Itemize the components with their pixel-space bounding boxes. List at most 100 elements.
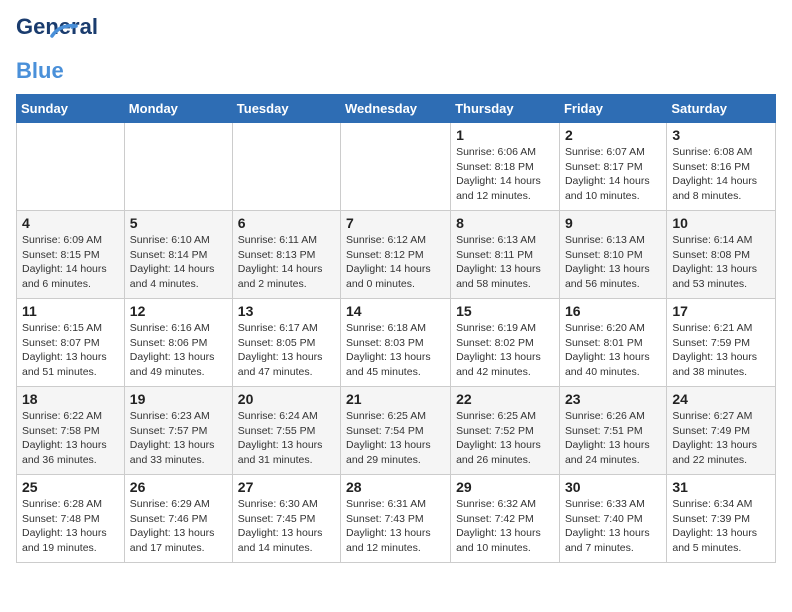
- day-info: Sunrise: 6:24 AM Sunset: 7:55 PM Dayligh…: [238, 409, 335, 468]
- day-info: Sunrise: 6:16 AM Sunset: 8:06 PM Dayligh…: [130, 321, 227, 380]
- calendar-table: SundayMondayTuesdayWednesdayThursdayFrid…: [16, 94, 776, 563]
- day-cell-8: 8 Sunrise: 6:13 AM Sunset: 8:11 PM Daylig…: [451, 211, 560, 299]
- day-number: 9: [565, 215, 661, 231]
- day-number: 18: [22, 391, 119, 407]
- day-number: 20: [238, 391, 335, 407]
- day-header-monday: Monday: [124, 95, 232, 123]
- day-info: Sunrise: 6:12 AM Sunset: 8:12 PM Dayligh…: [346, 233, 445, 292]
- week-row-1: 1 Sunrise: 6:06 AM Sunset: 8:18 PM Daylig…: [17, 123, 776, 211]
- day-number: 8: [456, 215, 554, 231]
- day-info: Sunrise: 6:20 AM Sunset: 8:01 PM Dayligh…: [565, 321, 661, 380]
- day-info: Sunrise: 6:15 AM Sunset: 8:07 PM Dayligh…: [22, 321, 119, 380]
- day-info: Sunrise: 6:21 AM Sunset: 7:59 PM Dayligh…: [672, 321, 770, 380]
- day-header-wednesday: Wednesday: [341, 95, 451, 123]
- day-number: 27: [238, 479, 335, 495]
- day-number: 31: [672, 479, 770, 495]
- day-number: 2: [565, 127, 661, 143]
- day-cell-6: 6 Sunrise: 6:11 AM Sunset: 8:13 PM Daylig…: [232, 211, 340, 299]
- day-cell-21: 21Sunrise: 6:25 AM Sunset: 7:54 PM Dayli…: [341, 387, 451, 475]
- day-cell-29: 29Sunrise: 6:32 AM Sunset: 7:42 PM Dayli…: [451, 475, 560, 563]
- day-cell-1: 1 Sunrise: 6:06 AM Sunset: 8:18 PM Daylig…: [451, 123, 560, 211]
- day-cell-13: 13Sunrise: 6:17 AM Sunset: 8:05 PM Dayli…: [232, 299, 340, 387]
- day-cell-28: 28 Sunrise: 6:31 AM Sunset: 7:43 PM Dayli…: [341, 475, 451, 563]
- day-info: Sunrise: 6:27 AM Sunset: 7:49 PM Dayligh…: [672, 409, 770, 468]
- day-number: 21: [346, 391, 445, 407]
- logo-blue: Blue: [16, 58, 64, 83]
- day-info: Sunrise: 6:29 AM Sunset: 7:46 PM Dayligh…: [130, 497, 227, 556]
- days-header-row: SundayMondayTuesdayWednesdayThursdayFrid…: [17, 95, 776, 123]
- day-cell-2: 2 Sunrise: 6:07 AM Sunset: 8:17 PM Daylig…: [559, 123, 666, 211]
- day-info: Sunrise: 6:25 AM Sunset: 7:52 PM Dayligh…: [456, 409, 554, 468]
- day-header-sunday: Sunday: [17, 95, 125, 123]
- day-cell-11: 11 Sunrise: 6:15 AM Sunset: 8:07 PM Dayli…: [17, 299, 125, 387]
- day-cell-22: 22 Sunrise: 6:25 AM Sunset: 7:52 PM Dayli…: [451, 387, 560, 475]
- day-cell-12: 12 Sunrise: 6:16 AM Sunset: 8:06 PM Dayli…: [124, 299, 232, 387]
- page-header: General Blue: [16, 16, 776, 84]
- day-number: 25: [22, 479, 119, 495]
- day-info: Sunrise: 6:13 AM Sunset: 8:10 PM Dayligh…: [565, 233, 661, 292]
- day-number: 6: [238, 215, 335, 231]
- day-info: Sunrise: 6:09 AM Sunset: 8:15 PM Dayligh…: [22, 233, 119, 292]
- day-info: Sunrise: 6:18 AM Sunset: 8:03 PM Dayligh…: [346, 321, 445, 380]
- day-number: 24: [672, 391, 770, 407]
- day-number: 1: [456, 127, 554, 143]
- day-cell-7: 7 Sunrise: 6:12 AM Sunset: 8:12 PM Daylig…: [341, 211, 451, 299]
- day-info: Sunrise: 6:28 AM Sunset: 7:48 PM Dayligh…: [22, 497, 119, 556]
- day-number: 29: [456, 479, 554, 495]
- day-info: Sunrise: 6:11 AM Sunset: 8:13 PM Dayligh…: [238, 233, 335, 292]
- day-cell-14: 14Sunrise: 6:18 AM Sunset: 8:03 PM Dayli…: [341, 299, 451, 387]
- day-cell-15: 15 Sunrise: 6:19 AM Sunset: 8:02 PM Dayli…: [451, 299, 560, 387]
- day-header-tuesday: Tuesday: [232, 95, 340, 123]
- day-header-friday: Friday: [559, 95, 666, 123]
- day-info: Sunrise: 6:26 AM Sunset: 7:51 PM Dayligh…: [565, 409, 661, 468]
- day-number: 3: [672, 127, 770, 143]
- day-cell-3: 3 Sunrise: 6:08 AM Sunset: 8:16 PM Daylig…: [667, 123, 776, 211]
- day-info: Sunrise: 6:31 AM Sunset: 7:43 PM Dayligh…: [346, 497, 445, 556]
- day-info: Sunrise: 6:10 AM Sunset: 8:14 PM Dayligh…: [130, 233, 227, 292]
- day-cell-31: 31 Sunrise: 6:34 AM Sunset: 7:39 PM Dayli…: [667, 475, 776, 563]
- day-number: 4: [22, 215, 119, 231]
- day-number: 7: [346, 215, 445, 231]
- day-number: 16: [565, 303, 661, 319]
- day-info: Sunrise: 6:14 AM Sunset: 8:08 PM Dayligh…: [672, 233, 770, 292]
- day-cell-23: 23 Sunrise: 6:26 AM Sunset: 7:51 PM Dayli…: [559, 387, 666, 475]
- day-number: 12: [130, 303, 227, 319]
- day-info: Sunrise: 6:22 AM Sunset: 7:58 PM Dayligh…: [22, 409, 119, 468]
- day-cell-17: 17 Sunrise: 6:21 AM Sunset: 7:59 PM Dayli…: [667, 299, 776, 387]
- day-number: 28: [346, 479, 445, 495]
- day-cell-27: 27Sunrise: 6:30 AM Sunset: 7:45 PM Dayli…: [232, 475, 340, 563]
- day-info: Sunrise: 6:08 AM Sunset: 8:16 PM Dayligh…: [672, 145, 770, 204]
- empty-cell: [341, 123, 451, 211]
- day-cell-24: 24 Sunrise: 6:27 AM Sunset: 7:49 PM Dayli…: [667, 387, 776, 475]
- week-row-4: 18 Sunrise: 6:22 AM Sunset: 7:58 PM Dayli…: [17, 387, 776, 475]
- day-number: 19: [130, 391, 227, 407]
- day-header-saturday: Saturday: [667, 95, 776, 123]
- day-info: Sunrise: 6:23 AM Sunset: 7:57 PM Dayligh…: [130, 409, 227, 468]
- day-info: Sunrise: 6:19 AM Sunset: 8:02 PM Dayligh…: [456, 321, 554, 380]
- day-number: 17: [672, 303, 770, 319]
- day-info: Sunrise: 6:17 AM Sunset: 8:05 PM Dayligh…: [238, 321, 335, 380]
- day-info: Sunrise: 6:33 AM Sunset: 7:40 PM Dayligh…: [565, 497, 661, 556]
- day-header-thursday: Thursday: [451, 95, 560, 123]
- day-number: 15: [456, 303, 554, 319]
- day-info: Sunrise: 6:34 AM Sunset: 7:39 PM Dayligh…: [672, 497, 770, 556]
- empty-cell: [17, 123, 125, 211]
- day-number: 11: [22, 303, 119, 319]
- day-info: Sunrise: 6:07 AM Sunset: 8:17 PM Dayligh…: [565, 145, 661, 204]
- logo-icon: [50, 22, 78, 40]
- day-cell-25: 25 Sunrise: 6:28 AM Sunset: 7:48 PM Dayli…: [17, 475, 125, 563]
- day-number: 22: [456, 391, 554, 407]
- day-cell-20: 20 Sunrise: 6:24 AM Sunset: 7:55 PM Dayli…: [232, 387, 340, 475]
- day-cell-30: 30 Sunrise: 6:33 AM Sunset: 7:40 PM Dayli…: [559, 475, 666, 563]
- day-number: 30: [565, 479, 661, 495]
- day-info: Sunrise: 6:06 AM Sunset: 8:18 PM Dayligh…: [456, 145, 554, 204]
- week-row-3: 11 Sunrise: 6:15 AM Sunset: 8:07 PM Dayli…: [17, 299, 776, 387]
- day-number: 26: [130, 479, 227, 495]
- day-info: Sunrise: 6:13 AM Sunset: 8:11 PM Dayligh…: [456, 233, 554, 292]
- day-number: 10: [672, 215, 770, 231]
- day-cell-10: 10 Sunrise: 6:14 AM Sunset: 8:08 PM Dayli…: [667, 211, 776, 299]
- day-cell-9: 9 Sunrise: 6:13 AM Sunset: 8:10 PM Daylig…: [559, 211, 666, 299]
- day-number: 23: [565, 391, 661, 407]
- day-cell-18: 18 Sunrise: 6:22 AM Sunset: 7:58 PM Dayli…: [17, 387, 125, 475]
- day-number: 5: [130, 215, 227, 231]
